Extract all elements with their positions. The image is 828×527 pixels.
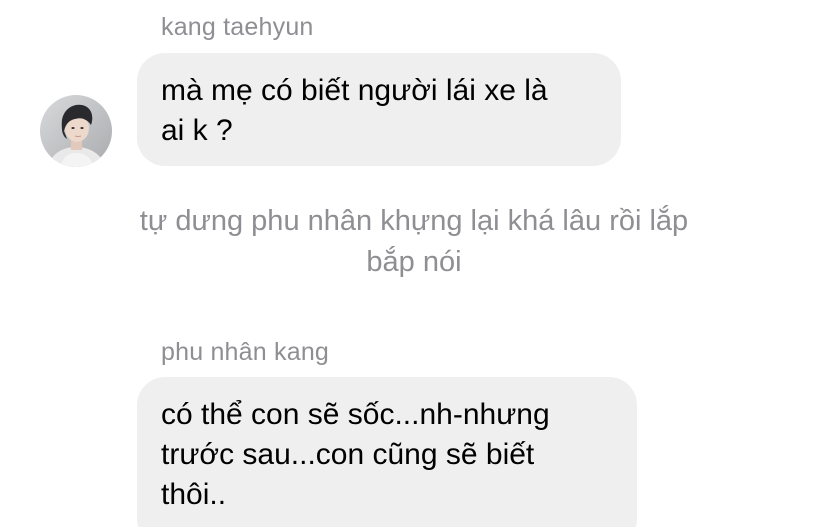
- message-text: có thể con sẽ sốc...nh-nhưng: [161, 398, 550, 431]
- message-bubble[interactable]: có thể con sẽ sốc...nh-nhưng trước sau..…: [137, 377, 637, 527]
- message-text: thôi..: [161, 478, 227, 511]
- message-text: trước sau...con cũng sẽ biết: [161, 438, 535, 471]
- message-text: mà mẹ có biết người lái xe là: [161, 74, 548, 107]
- narration-line: bắp nói: [366, 246, 462, 278]
- sender-name: kang taehyun: [161, 13, 314, 41]
- chat-screen: kang taehyun mà mẹ có biết người lái xe …: [0, 0, 828, 527]
- avatar[interactable]: [40, 95, 112, 167]
- message-text: ai k ?: [161, 114, 233, 147]
- person-photo-icon: [40, 95, 112, 167]
- narration-line: tự dưng phu nhân khựng lại khá lâu rồi l…: [139, 205, 689, 237]
- message-bubble[interactable]: mà mẹ có biết người lái xe là ai k ?: [137, 53, 621, 166]
- narration-text: tự dưng phu nhân khựng lại khá lâu rồi l…: [60, 201, 768, 283]
- sender-name: phu nhân kang: [161, 338, 330, 366]
